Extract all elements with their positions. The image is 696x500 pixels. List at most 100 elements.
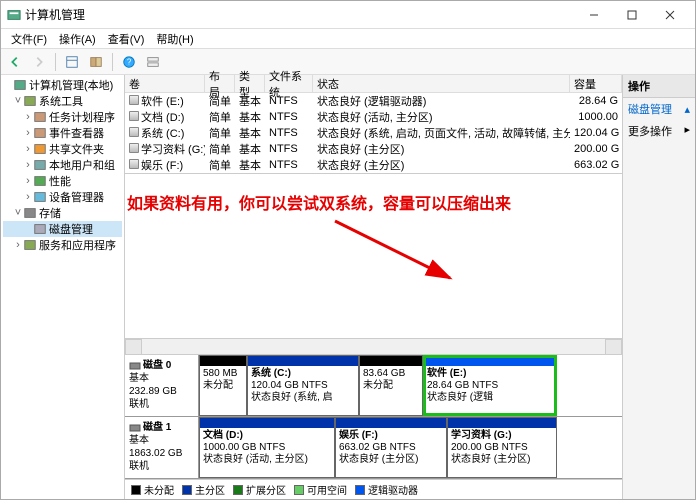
partition-color-bar: [200, 418, 334, 428]
menu-item[interactable]: 操作(A): [53, 29, 102, 49]
legend-item: 未分配: [131, 482, 174, 497]
tree-item[interactable]: ˅ 系统工具: [3, 93, 122, 109]
table-row[interactable]: 软件 (E:)简单基本NTFS状态良好 (逻辑驱动器)28.64 G: [125, 93, 622, 109]
tree-item[interactable]: › 设备管理器: [3, 189, 122, 205]
settings-button[interactable]: [143, 52, 163, 72]
legend-label: 扩展分区: [246, 482, 286, 497]
tree-item[interactable]: 磁盘管理: [3, 221, 122, 237]
annotation-text: 如果资料有用，你可以尝试双系统，容量可以压缩出来: [127, 190, 614, 214]
tree-item[interactable]: › 任务计划程序: [3, 109, 122, 125]
tree-expander-icon[interactable]: ›: [23, 159, 33, 171]
actions-panel: 操作 磁盘管理 ▴ 更多操作 ▸: [623, 75, 695, 499]
disk-label[interactable]: 磁盘 1基本1863.02 GB联机: [125, 417, 199, 478]
table-row[interactable]: 娱乐 (F:)简单基本NTFS状态良好 (主分区)663.02 G: [125, 157, 622, 173]
partition-color-bar: [336, 418, 446, 428]
volume-icon: [129, 111, 139, 121]
table-row[interactable]: 文档 (D:)简单基本NTFS状态良好 (活动, 主分区)1000.00: [125, 109, 622, 125]
volume-table: 卷 布局 类型 文件系统 状态 容量 软件 (E:)简单基本NTFS状态良好 (…: [125, 75, 622, 174]
tree-expander-icon[interactable]: ›: [23, 111, 33, 123]
tree-item-label: 任务计划程序: [49, 109, 115, 125]
tree-expander-icon[interactable]: ˅: [13, 207, 23, 219]
tree-expander-icon[interactable]: ˅: [13, 95, 23, 107]
partition-color-bar: [424, 356, 556, 366]
legend-label: 逻辑驱动器: [368, 482, 418, 497]
table-header[interactable]: 卷 布局 类型 文件系统 状态 容量: [125, 75, 622, 93]
tree-item-icon: [33, 110, 47, 124]
menu-item[interactable]: 帮助(H): [150, 29, 199, 49]
menu-item[interactable]: 查看(V): [102, 29, 151, 49]
tree-item-icon: [13, 78, 27, 92]
table-row[interactable]: 系统 (C:)简单基本NTFS状态良好 (系统, 启动, 页面文件, 活动, 故…: [125, 125, 622, 141]
col-layout[interactable]: 布局: [205, 75, 235, 92]
disk-label[interactable]: 磁盘 0基本232.89 GB联机: [125, 355, 199, 416]
partition[interactable]: 580 MB未分配: [199, 355, 247, 416]
tree-item-icon: [33, 142, 47, 156]
back-button[interactable]: [5, 52, 25, 72]
maximize-button[interactable]: [613, 2, 651, 28]
svg-text:?: ?: [127, 57, 132, 66]
col-volume[interactable]: 卷: [125, 75, 205, 92]
tree-expander-icon[interactable]: ›: [23, 191, 33, 203]
refresh-button[interactable]: [86, 52, 106, 72]
chevron-up-icon[interactable]: ▴: [684, 103, 690, 116]
help-button[interactable]: ?: [119, 52, 139, 72]
tree-item-label: 系统工具: [39, 93, 83, 109]
partition[interactable]: 软件 (E:)28.64 GB NTFS状态良好 (逻辑: [423, 355, 557, 416]
close-button[interactable]: [651, 2, 689, 28]
col-type[interactable]: 类型: [235, 75, 265, 92]
menu-item[interactable]: 文件(F): [5, 29, 53, 49]
legend-label: 主分区: [195, 482, 225, 497]
volume-icon: [129, 159, 139, 169]
tree-expander-icon[interactable]: ›: [23, 127, 33, 139]
actions-header: 操作: [623, 75, 695, 98]
chevron-right-icon: ▸: [684, 123, 690, 136]
annotation-area: 如果资料有用，你可以尝试双系统，容量可以压缩出来: [125, 174, 622, 338]
annotation-arrow-icon: [325, 216, 465, 286]
body: 计算机管理(本地)˅系统工具›任务计划程序›事件查看器›共享文件夹›本地用户和组…: [1, 75, 695, 499]
legend-swatch: [233, 485, 243, 495]
tree-item-label: 性能: [49, 173, 71, 189]
tree-item[interactable]: 计算机管理(本地): [3, 77, 122, 93]
forward-button[interactable]: [29, 52, 49, 72]
tree-item-icon: [33, 174, 47, 188]
tree-expander-icon[interactable]: ›: [23, 175, 33, 187]
minimize-button[interactable]: [575, 2, 613, 28]
col-status[interactable]: 状态: [313, 75, 570, 92]
tree-item-label: 设备管理器: [49, 189, 104, 205]
tree-expander-icon[interactable]: ›: [13, 239, 23, 251]
partition[interactable]: 娱乐 (F:)663.02 GB NTFS状态良好 (主分区): [335, 417, 447, 478]
tree-expander-icon[interactable]: ›: [23, 143, 33, 155]
tree-item[interactable]: ›事件查看器: [3, 125, 122, 141]
legend-swatch: [355, 485, 365, 495]
legend-swatch: [182, 485, 192, 495]
col-capacity[interactable]: 容量: [570, 75, 622, 92]
more-actions-link[interactable]: 更多操作 ▸: [623, 120, 695, 142]
tree-item[interactable]: › 共享文件夹: [3, 141, 122, 157]
partition-color-bar: [200, 356, 246, 366]
tree-item[interactable]: ›本地用户和组: [3, 157, 122, 173]
tree-item-icon: [33, 126, 47, 140]
disk-row: 磁盘 0基本232.89 GB联机580 MB未分配系统 (C:)120.04 …: [125, 355, 622, 417]
view-button[interactable]: [62, 52, 82, 72]
toolbar-separator: [112, 53, 113, 71]
toolbar: ?: [1, 49, 695, 75]
tree-item-icon: [23, 238, 37, 252]
partition[interactable]: 学习资料 (G:)200.00 GB NTFS状态良好 (主分区): [447, 417, 557, 478]
tree-item-icon: [33, 222, 47, 236]
legend-item: 可用空间: [294, 482, 347, 497]
horizontal-scrollbar[interactable]: [125, 338, 622, 354]
disk-graphical: 磁盘 0基本232.89 GB联机580 MB未分配系统 (C:)120.04 …: [125, 354, 622, 479]
menubar: 文件(F)操作(A)查看(V)帮助(H): [1, 29, 695, 49]
table-row[interactable]: 学习资料 (G:)简单基本NTFS状态良好 (主分区)200.00 G: [125, 141, 622, 157]
tree-item[interactable]: › 性能: [3, 173, 122, 189]
disk-row: 磁盘 1基本1863.02 GB联机文档 (D:)1000.00 GB NTFS…: [125, 417, 622, 479]
tree-item-label: 共享文件夹: [49, 141, 104, 157]
tree-item[interactable]: ›服务和应用程序: [3, 237, 122, 253]
tree-item[interactable]: ˅存储: [3, 205, 122, 221]
partition[interactable]: 文档 (D:)1000.00 GB NTFS状态良好 (活动, 主分区): [199, 417, 335, 478]
legend: 未分配 主分区 扩展分区可用空间 逻辑驱动器: [125, 479, 622, 499]
partition[interactable]: 系统 (C:)120.04 GB NTFS状态良好 (系统, 启: [247, 355, 359, 416]
partition[interactable]: 83.64 GB未分配: [359, 355, 423, 416]
tree-item-icon: [23, 206, 37, 220]
col-filesystem[interactable]: 文件系统: [265, 75, 313, 92]
